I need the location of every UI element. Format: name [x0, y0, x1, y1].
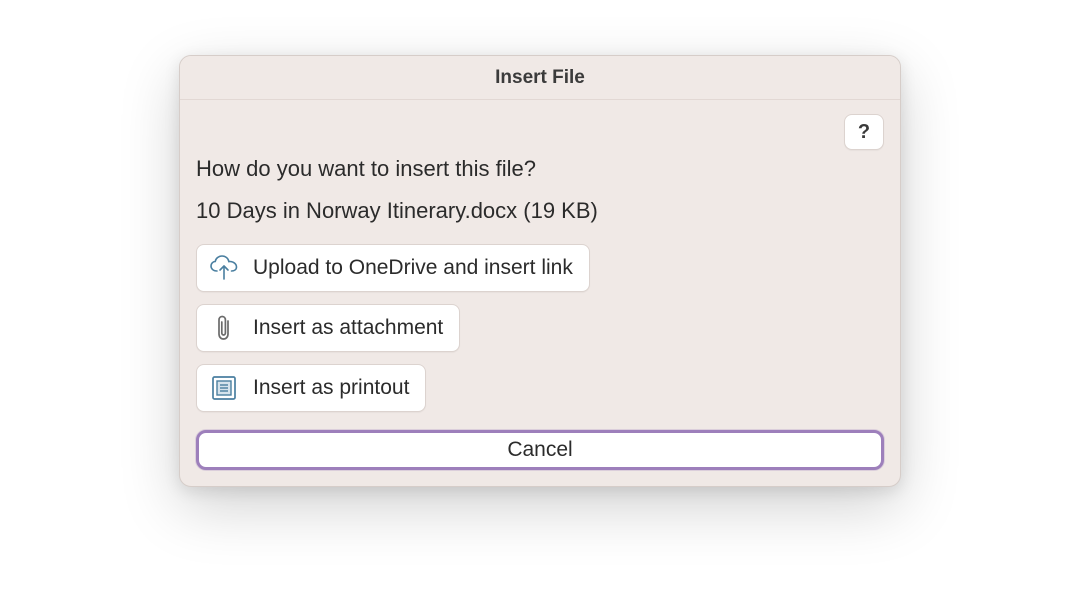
insert-attachment-label: Insert as attachment: [253, 316, 443, 340]
help-row: ?: [196, 114, 884, 150]
insert-printout-label: Insert as printout: [253, 376, 409, 400]
insert-attachment-button[interactable]: Insert as attachment: [196, 304, 460, 352]
cloud-upload-icon: [209, 253, 239, 283]
dialog-body: ? How do you want to insert this file? 1…: [180, 100, 900, 486]
file-info: 10 Days in Norway Itinerary.docx (19 KB): [196, 198, 884, 224]
help-icon-label: ?: [858, 121, 870, 144]
cancel-label: Cancel: [507, 438, 572, 462]
insert-file-dialog: Insert File ? How do you want to insert …: [179, 55, 901, 487]
upload-onedrive-label: Upload to OneDrive and insert link: [253, 256, 573, 280]
prompt-text: How do you want to insert this file?: [196, 156, 884, 182]
paperclip-icon: [209, 313, 239, 343]
insert-printout-button[interactable]: Insert as printout: [196, 364, 426, 412]
dialog-titlebar: Insert File: [180, 56, 900, 100]
printout-icon: [209, 373, 239, 403]
dialog-title: Insert File: [495, 67, 585, 89]
cancel-row: Cancel: [196, 430, 884, 470]
upload-onedrive-button[interactable]: Upload to OneDrive and insert link: [196, 244, 590, 292]
cancel-button[interactable]: Cancel: [196, 430, 884, 470]
help-button[interactable]: ?: [844, 114, 884, 150]
options-list: Upload to OneDrive and insert link Inser…: [196, 244, 884, 412]
